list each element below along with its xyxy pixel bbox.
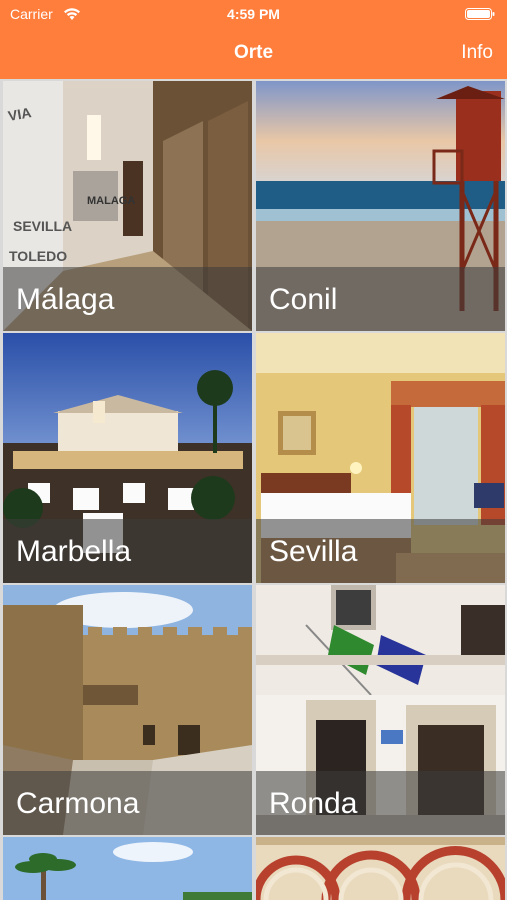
place-name: Ronda: [269, 787, 358, 820]
place-tile-ronda[interactable]: Ronda: [256, 585, 505, 835]
clock: 4:59 PM: [227, 6, 280, 22]
place-photo: [256, 837, 505, 900]
place-tile[interactable]: [3, 837, 252, 900]
status-bar: Carrier 4:59 PM: [0, 6, 507, 24]
battery-icon: [465, 8, 495, 20]
place-name: Marbella: [16, 535, 132, 568]
place-tile-conil[interactable]: Conil: [256, 81, 505, 331]
place-tile[interactable]: [256, 837, 505, 900]
page-title: Orte: [233, 42, 274, 63]
navigation-header: Carrier 4:59 PM Orte Info: [0, 0, 507, 79]
place-tile-malaga[interactable]: VIA SEVILLA TOLEDO MALAGA Málaga: [3, 81, 252, 331]
place-tile-sevilla[interactable]: Sevilla: [256, 333, 505, 583]
place-name: Conil: [269, 283, 338, 316]
svg-text:TOLEDO: TOLEDO: [9, 248, 67, 264]
svg-text:MALAGA: MALAGA: [87, 195, 135, 207]
place-tile-marbella[interactable]: Marbella: [3, 333, 252, 583]
place-name: Málaga: [16, 283, 115, 316]
places-grid: VIA SEVILLA TOLEDO MALAGA Málaga Conil M…: [0, 79, 507, 900]
place-photo: [3, 837, 252, 900]
place-tile-carmona[interactable]: Carmona: [3, 585, 252, 835]
info-button[interactable]: Info: [461, 42, 493, 64]
svg-text:SEVILLA: SEVILLA: [13, 218, 72, 234]
place-name: Carmona: [16, 787, 140, 820]
place-name: Sevilla: [269, 535, 358, 568]
